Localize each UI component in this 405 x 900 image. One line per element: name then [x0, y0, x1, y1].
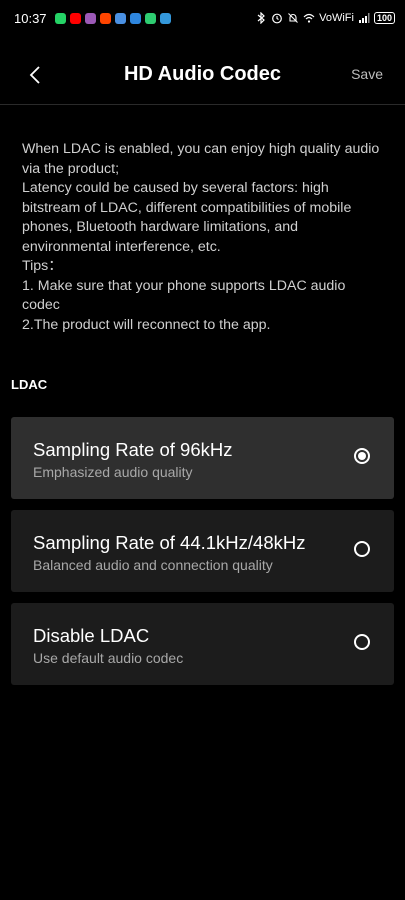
- option-sampling-44-48khz[interactable]: Sampling Rate of 44.1kHz/48kHz Balanced …: [11, 510, 394, 592]
- description-tip: 2.The product will reconnect to the app.: [22, 316, 271, 333]
- whatsapp-icon: [54, 12, 66, 24]
- status-bar-left: 10:37: [14, 11, 171, 26]
- option-title: Sampling Rate of 96kHz: [33, 439, 233, 460]
- store-icon: [159, 12, 171, 24]
- option-title: Disable LDAC: [33, 625, 150, 646]
- ldac-description: When LDAC is enabled, you can enjoy high…: [22, 140, 387, 335]
- description-tips-heading: Tips：: [22, 258, 63, 274]
- app-header: HD Audio Codec Save: [0, 44, 405, 105]
- network-label: VoWiFi: [319, 12, 354, 24]
- status-time: 10:37: [14, 10, 47, 26]
- podcast-icon: [84, 12, 96, 24]
- radio-unselected[interactable]: [354, 634, 370, 650]
- description-tip: 1. Make sure that your phone supports LD…: [22, 277, 346, 314]
- description-line: Latency could be caused by several facto…: [22, 180, 352, 255]
- battery-indicator: 100: [373, 12, 395, 24]
- alarm-icon: [272, 13, 283, 24]
- option-subtitle: Balanced audio and connection quality: [33, 557, 273, 573]
- page-title: HD Audio Codec: [123, 63, 282, 85]
- youtube-icon: [69, 12, 81, 24]
- save-button[interactable]: Save: [351, 66, 383, 82]
- signal-icon: [358, 13, 370, 23]
- app-icon: [114, 12, 126, 24]
- description-line: When LDAC is enabled, you can enjoy high…: [22, 141, 380, 177]
- radio-unselected[interactable]: [354, 541, 370, 557]
- option-title: Sampling Rate of 44.1kHz/48kHz: [33, 532, 306, 553]
- option-disable-ldac[interactable]: Disable LDAC Use default audio codec: [11, 603, 394, 685]
- section-label-ldac: LDAC: [11, 377, 48, 392]
- mute-bell-icon: [288, 13, 299, 23]
- option-subtitle: Emphasized audio quality: [33, 464, 193, 480]
- mail-icon: [129, 12, 141, 24]
- bluetooth-icon: [257, 12, 266, 24]
- status-bar: 10:37 VoWiFi 100: [0, 0, 405, 36]
- option-subtitle: Use default audio codec: [33, 650, 184, 666]
- wechat-icon: [144, 12, 156, 24]
- reddit-icon: [99, 12, 111, 24]
- option-sampling-96khz[interactable]: Sampling Rate of 96kHz Emphasized audio …: [11, 417, 394, 499]
- radio-selected[interactable]: [354, 448, 370, 464]
- wifi-icon: [303, 13, 315, 23]
- status-bar-right: VoWiFi 100: [255, 12, 395, 24]
